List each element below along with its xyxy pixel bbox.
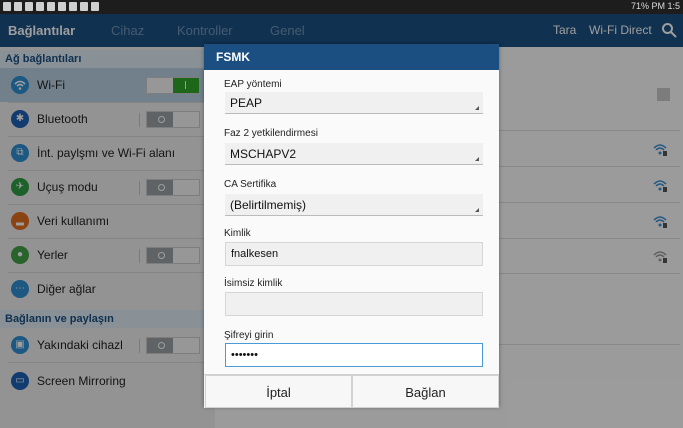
status-bar: 71% PM 1:5 (0, 0, 683, 14)
notification-icon (25, 2, 33, 11)
password-input[interactable]: ••••••• (225, 343, 483, 367)
connect-button[interactable]: Bağlan (352, 375, 499, 408)
notification-icon (80, 2, 88, 11)
anonymous-identity-label: İsimsiz kimlik (224, 278, 283, 289)
dropdown-arrow-icon (475, 208, 479, 212)
notification-icon (69, 2, 77, 11)
notification-icon (3, 2, 11, 11)
phase2-auth-value: MSCHAPV2 (230, 147, 297, 161)
dropdown-arrow-icon (475, 106, 479, 110)
cancel-button[interactable]: İptal (205, 375, 352, 408)
notification-icon (14, 2, 22, 11)
eap-method-value: PEAP (230, 96, 263, 110)
dialog-button-bar: İptal Bağlan (204, 374, 499, 408)
notification-icon (47, 2, 55, 11)
eap-method-select[interactable]: PEAP (225, 92, 483, 114)
dialog-title: FSMK (204, 44, 499, 70)
anonymous-identity-input[interactable] (225, 292, 483, 316)
password-label: Şifreyi girin (224, 330, 274, 341)
notification-icons (3, 2, 99, 11)
phase2-auth-label: Faz 2 yetkilendirmesi (224, 128, 318, 139)
notification-icon (91, 2, 99, 11)
phase2-auth-select[interactable]: MSCHAPV2 (225, 143, 483, 165)
status-right: 71% PM 1:5 (630, 1, 680, 11)
notification-icon (58, 2, 66, 11)
dropdown-arrow-icon (475, 157, 479, 161)
ca-certificate-select[interactable]: (Belirtilmemiş) (225, 194, 483, 216)
ca-certificate-label: CA Sertifika (224, 179, 277, 190)
wifi-connect-dialog: FSMK EAP yöntemi PEAP Faz 2 yetkilendirm… (204, 44, 499, 408)
identity-input[interactable]: fnalkesen (225, 242, 483, 266)
eap-method-label: EAP yöntemi (224, 79, 282, 90)
ca-certificate-value: (Belirtilmemiş) (230, 198, 306, 212)
identity-label: Kimlik (224, 228, 251, 239)
notification-icon (36, 2, 44, 11)
